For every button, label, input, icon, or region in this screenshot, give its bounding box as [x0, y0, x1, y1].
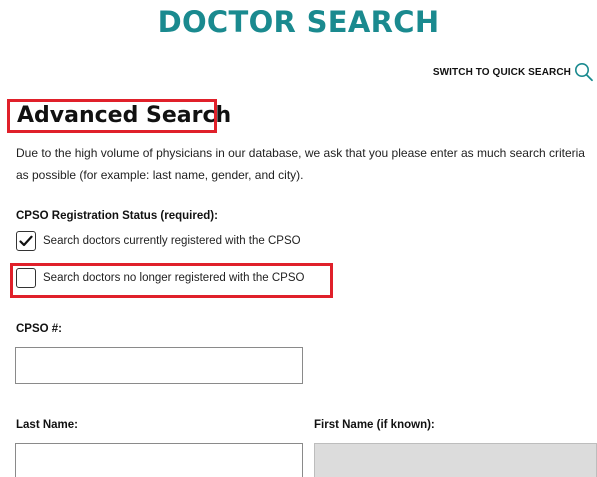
cpso-number-input[interactable]: [15, 347, 303, 384]
page-title: DOCTOR SEARCH: [157, 5, 440, 39]
switch-to-quick-search-link[interactable]: SWITCH TO QUICK SEARCH: [433, 62, 595, 82]
registered-checkbox-row[interactable]: Search doctors currently registered with…: [16, 231, 301, 251]
checkmark-icon: [19, 235, 33, 247]
not-registered-checkbox-row[interactable]: Search doctors no longer registered with…: [16, 268, 304, 288]
last-name-label: Last Name:: [16, 419, 78, 431]
cpso-number-label: CPSO #:: [16, 323, 63, 335]
doctor-search-page: DOCTOR SEARCH SWITCH TO QUICK SEARCH Adv…: [0, 0, 597, 477]
registered-checkbox[interactable]: [16, 231, 36, 251]
not-registered-checkbox[interactable]: [16, 268, 36, 288]
search-icon[interactable]: [573, 62, 595, 82]
intro-text: Due to the high volume of physicians in …: [16, 146, 585, 182]
advanced-search-heading: Advanced Search: [17, 103, 232, 128]
not-registered-checkbox-label[interactable]: Search doctors no longer registered with…: [43, 272, 304, 284]
registration-status-label: CPSO Registration Status (required):: [16, 210, 218, 222]
last-name-input[interactable]: [15, 443, 303, 477]
registered-checkbox-label[interactable]: Search doctors currently registered with…: [43, 235, 301, 247]
first-name-label: First Name (if known):: [314, 419, 435, 431]
first-name-input[interactable]: [314, 443, 597, 477]
switch-to-quick-search-label[interactable]: SWITCH TO QUICK SEARCH: [433, 67, 571, 78]
